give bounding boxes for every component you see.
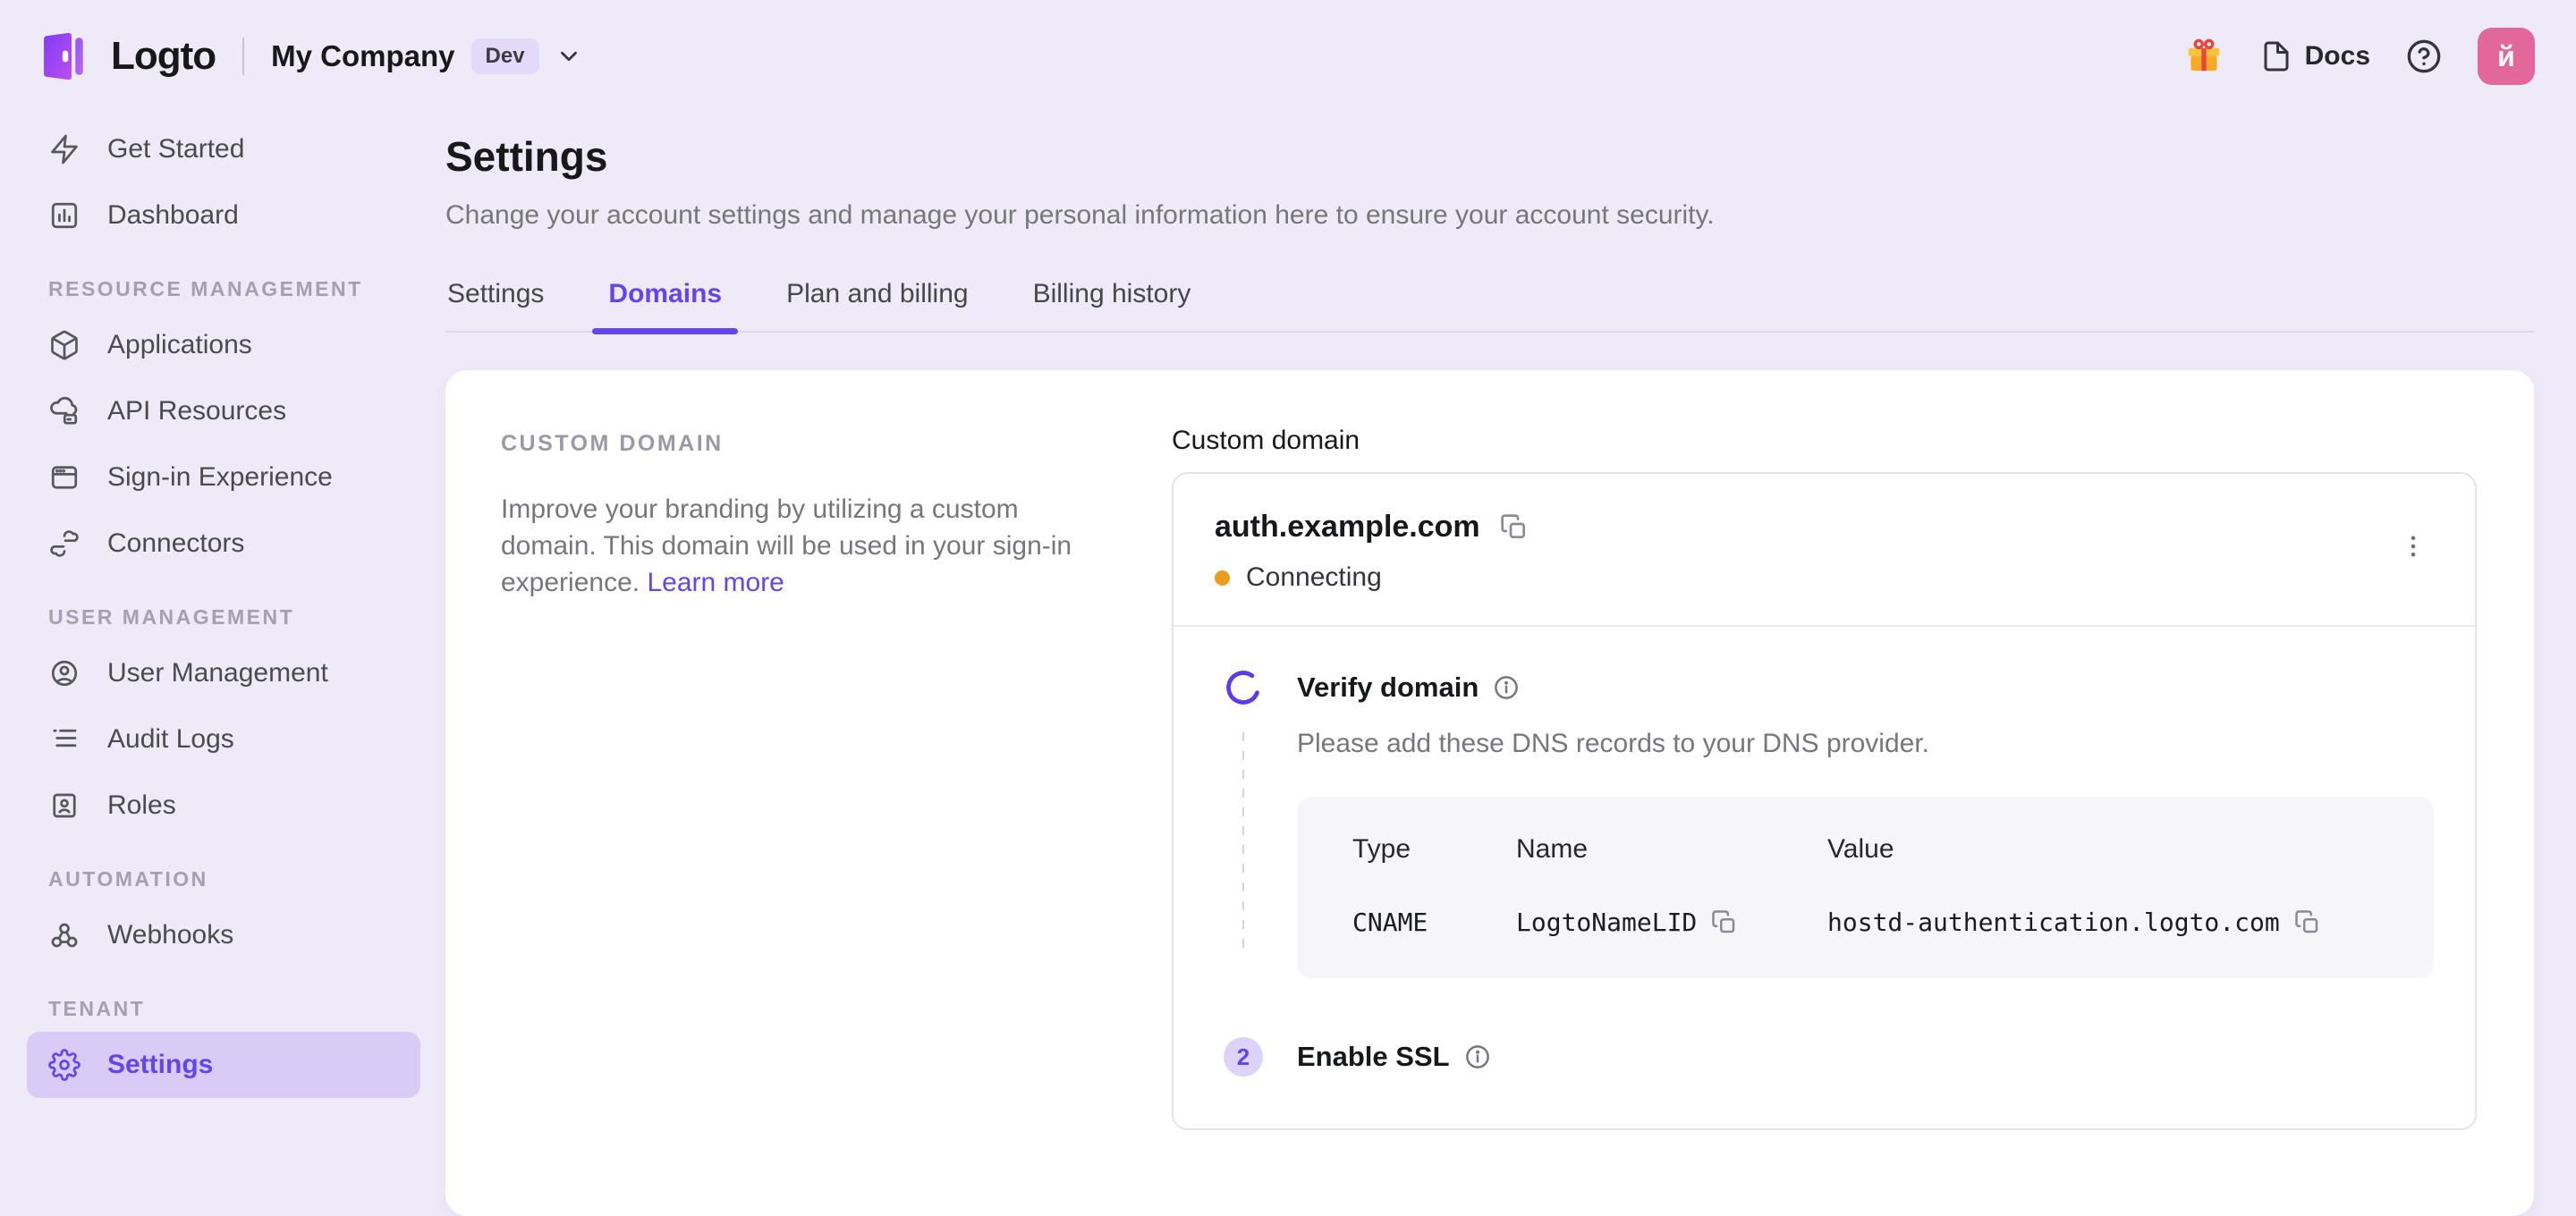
help-icon[interactable] bbox=[2406, 38, 2442, 74]
step-verify-domain: Verify domain Please add these DNS recor… bbox=[1224, 668, 2434, 978]
dns-col-type: Type bbox=[1352, 834, 1516, 865]
sidebar-item-webhooks[interactable]: Webhooks bbox=[27, 902, 420, 968]
logto-logo-icon bbox=[36, 28, 93, 85]
status-badge: Connecting bbox=[1246, 562, 1382, 593]
cloud-icon bbox=[48, 395, 80, 427]
sidebar-item-label: Roles bbox=[107, 790, 176, 821]
sidebar: Get Started Dashboard RESOURCE MANAGEMEN… bbox=[0, 113, 445, 1084]
sidebar-item-label: Sign-in Experience bbox=[107, 462, 333, 493]
sidebar-item-roles[interactable]: Roles bbox=[27, 773, 420, 839]
main-content: Settings Change your account settings an… bbox=[445, 113, 2576, 1084]
topbar-divider bbox=[242, 38, 244, 75]
lightning-icon bbox=[48, 133, 80, 165]
dns-record-type: CNAME bbox=[1352, 908, 1516, 937]
sidebar-item-label: Webhooks bbox=[107, 920, 233, 950]
sidebar-section-user-management: USER MANAGEMENT bbox=[48, 605, 420, 629]
dns-records-table: Type Name Value CNAME LogtoNameLID bbox=[1297, 797, 2434, 978]
step-enable-ssl: 2 Enable SSL bbox=[1224, 1037, 2434, 1077]
copy-icon[interactable] bbox=[1711, 909, 1738, 936]
info-icon[interactable] bbox=[1464, 1043, 1491, 1070]
sidebar-item-get-started[interactable]: Get Started bbox=[27, 116, 420, 182]
dns-col-name: Name bbox=[1516, 834, 1827, 865]
gear-icon bbox=[48, 1049, 80, 1081]
tab-billing-history[interactable]: Billing history bbox=[1031, 274, 1193, 331]
learn-more-link[interactable]: Learn more bbox=[647, 568, 784, 597]
sidebar-section-automation: AUTOMATION bbox=[48, 867, 420, 891]
custom-domain-info: CUSTOM DOMAIN Improve your branding by u… bbox=[501, 426, 1118, 1130]
step-verify-title: Verify domain bbox=[1297, 671, 1479, 704]
logto-console: Logto My Company Dev bbox=[0, 0, 2576, 1084]
custom-domain-panel: Custom domain auth.example.com bbox=[1172, 426, 2477, 1130]
custom-domain-field-label: Custom domain bbox=[1172, 426, 2477, 456]
sidebar-item-label: Applications bbox=[107, 330, 252, 360]
sidebar-item-label: User Management bbox=[107, 658, 328, 688]
docs-icon bbox=[2260, 40, 2292, 72]
sidebar-item-label: API Resources bbox=[107, 396, 286, 426]
sidebar-item-label: Settings bbox=[107, 1050, 213, 1080]
docs-button[interactable]: Docs bbox=[2260, 40, 2370, 72]
cube-icon bbox=[48, 329, 80, 361]
gift-icon[interactable] bbox=[2183, 36, 2224, 77]
sidebar-item-label: Audit Logs bbox=[107, 724, 234, 755]
info-icon[interactable] bbox=[1493, 674, 1520, 701]
webhook-icon bbox=[48, 919, 80, 951]
step-2-badge: 2 bbox=[1224, 1037, 1263, 1077]
custom-domain-card: CUSTOM DOMAIN Improve your branding by u… bbox=[445, 370, 2534, 1216]
page-title: Settings bbox=[445, 132, 2534, 181]
spinner-icon bbox=[1224, 668, 1263, 978]
sidebar-item-dashboard[interactable]: Dashboard bbox=[27, 182, 420, 249]
dashboard-icon bbox=[48, 199, 80, 232]
step-ssl-title: Enable SSL bbox=[1297, 1041, 1450, 1073]
tenant-selector[interactable]: My Company Dev bbox=[271, 38, 581, 74]
copy-icon[interactable] bbox=[2294, 909, 2321, 936]
dns-record-value: hostd-authentication.logto.com bbox=[1827, 908, 2398, 937]
tab-bar: Settings Domains Plan and billing Billin… bbox=[445, 274, 2534, 333]
more-vertical-icon[interactable] bbox=[2391, 519, 2436, 578]
sidebar-item-api-resources[interactable]: API Resources bbox=[27, 378, 420, 444]
brand-wordmark: Logto bbox=[111, 34, 216, 79]
panel-section-label: CUSTOM DOMAIN bbox=[501, 431, 1118, 457]
setup-steps: Verify domain Please add these DNS recor… bbox=[1174, 627, 2475, 1128]
sidebar-item-label: Dashboard bbox=[107, 200, 239, 231]
sidebar-item-applications[interactable]: Applications bbox=[27, 312, 420, 378]
sidebar-item-audit-logs[interactable]: Audit Logs bbox=[27, 706, 420, 773]
tab-domains[interactable]: Domains bbox=[606, 274, 724, 331]
tab-settings[interactable]: Settings bbox=[445, 274, 546, 331]
sidebar-item-settings[interactable]: Settings bbox=[27, 1032, 420, 1098]
panel-description: Improve your branding by utilizing a cus… bbox=[501, 494, 1072, 597]
sidebar-item-connectors[interactable]: Connectors bbox=[27, 511, 420, 577]
id-card-icon bbox=[48, 790, 80, 822]
copy-icon[interactable] bbox=[1500, 513, 1529, 542]
browser-icon bbox=[48, 461, 80, 494]
chevron-down-icon bbox=[555, 43, 582, 70]
sidebar-section-resource-management: RESOURCE MANAGEMENT bbox=[48, 277, 420, 301]
topbar: Logto My Company Dev bbox=[0, 0, 2576, 113]
sidebar-section-tenant: TENANT bbox=[48, 997, 420, 1021]
dns-col-value: Value bbox=[1827, 834, 2398, 865]
domain-name: auth.example.com bbox=[1215, 510, 1480, 545]
domain-status-card: auth.example.com Connecting bbox=[1172, 472, 2477, 1130]
brand[interactable]: Logto bbox=[36, 28, 216, 85]
connectors-icon bbox=[48, 528, 80, 560]
status-dot bbox=[1215, 570, 1230, 586]
dns-record-name: LogtoNameLID bbox=[1516, 908, 1827, 937]
sidebar-item-user-management[interactable]: User Management bbox=[27, 640, 420, 706]
list-icon bbox=[48, 723, 80, 756]
page-description: Change your account settings and manage … bbox=[445, 200, 2534, 231]
dns-instructions: Please add these DNS records to your DNS… bbox=[1297, 729, 2434, 759]
sidebar-item-label: Get Started bbox=[107, 134, 244, 165]
sidebar-item-label: Connectors bbox=[107, 528, 244, 559]
env-badge: Dev bbox=[471, 38, 539, 74]
tenant-name: My Company bbox=[271, 39, 454, 73]
docs-label: Docs bbox=[2305, 41, 2370, 72]
tab-plan-and-billing[interactable]: Plan and billing bbox=[784, 274, 970, 331]
topbar-actions: Docs й bbox=[2183, 28, 2535, 85]
sidebar-item-signin-experience[interactable]: Sign-in Experience bbox=[27, 444, 420, 511]
user-icon bbox=[48, 657, 80, 689]
avatar[interactable]: й bbox=[2478, 28, 2535, 85]
